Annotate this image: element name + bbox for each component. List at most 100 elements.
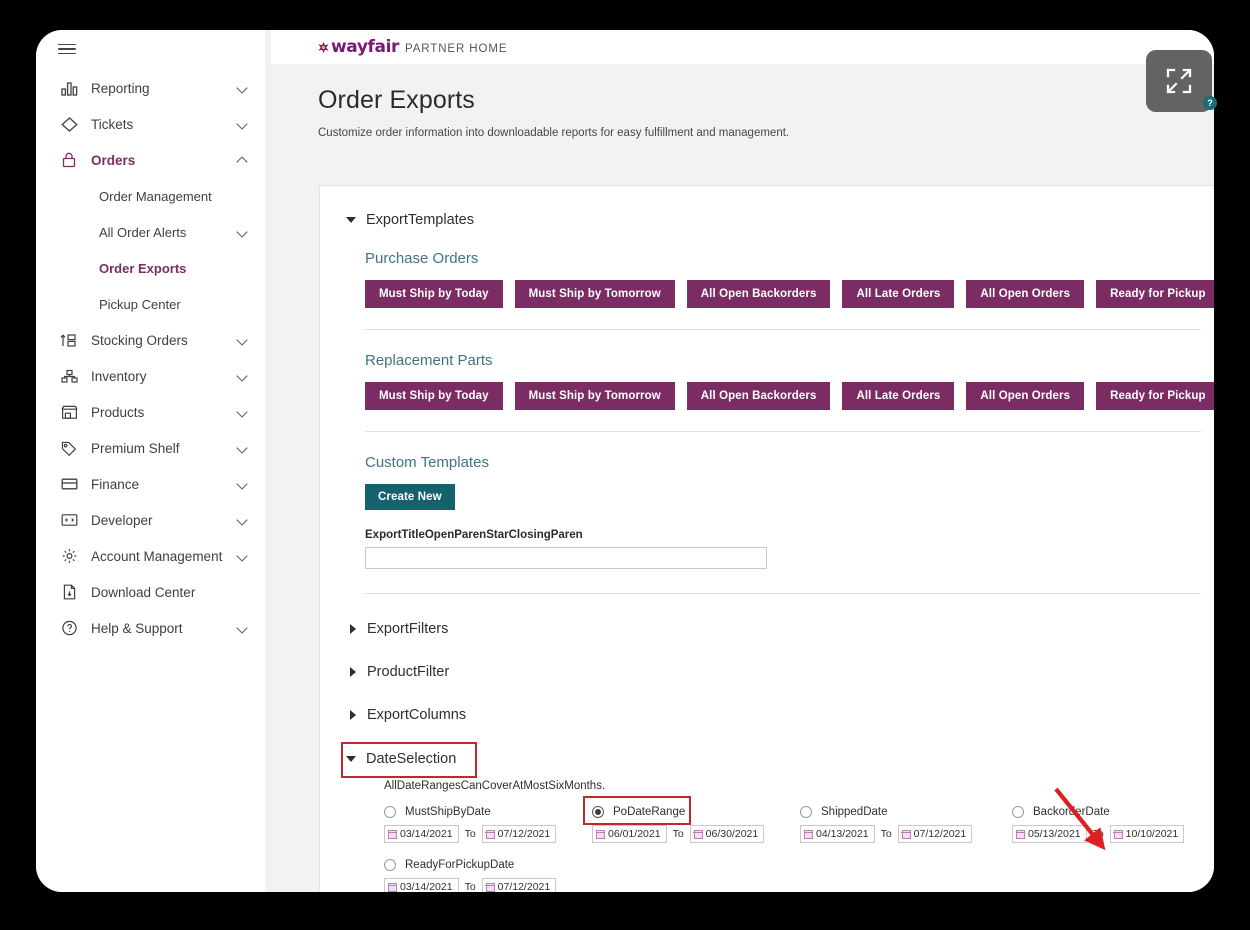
sidebar-item-label: Finance (91, 477, 237, 492)
section-export-columns[interactable]: ExportColumns (320, 707, 1214, 723)
date-to-po-date-range[interactable]: 06/30/2021 (690, 825, 765, 843)
sidebar-item-reporting[interactable]: Reporting (36, 70, 265, 106)
to-label: To (1093, 828, 1104, 840)
section-date-selection[interactable]: DateSelection (320, 751, 1214, 767)
radio-must-ship-by-date[interactable] (384, 806, 396, 818)
template-button-all-open-backorders[interactable]: All Open Backorders (687, 280, 831, 308)
sidebar-item-developer[interactable]: Developer (36, 502, 265, 538)
brand-name: wayfair (331, 37, 399, 57)
sidebar-item-products[interactable]: Products (36, 394, 265, 430)
question-circle-icon (58, 619, 80, 637)
hamburger-menu-icon[interactable] (58, 44, 76, 56)
sidebar-item-pickup-center[interactable]: Pickup Center (36, 286, 265, 322)
rp-template-button-all-late-orders[interactable]: All Late Orders (842, 382, 954, 410)
template-button-must-ship-tomorrow[interactable]: Must Ship by Tomorrow (515, 280, 675, 308)
date-to-backorder-date[interactable]: 10/10/2021 (1110, 825, 1185, 843)
chevron-down-icon[interactable] (237, 622, 249, 634)
inventory-icon (58, 367, 80, 385)
chevron-down-icon[interactable] (237, 334, 249, 346)
sidebar-item-label: Stocking Orders (91, 333, 237, 348)
sidebar-item-download-center[interactable]: Download Center (36, 574, 265, 610)
sidebar-item-label: Inventory (91, 369, 237, 384)
radio-backorder-date[interactable] (1012, 806, 1024, 818)
sidebar-item-all-order-alerts[interactable]: All Order Alerts (36, 214, 265, 250)
triangle-down-icon (346, 756, 356, 762)
triangle-right-icon (350, 710, 356, 720)
date-from-po-date-range[interactable]: 06/01/2021 (592, 825, 667, 843)
export-title-input[interactable] (365, 547, 767, 569)
date-value: 03/14/2021 (400, 881, 453, 892)
chevron-down-icon[interactable] (237, 226, 249, 238)
section-label: ExportTemplates (366, 212, 474, 228)
lock-icon (58, 151, 80, 169)
to-label: To (465, 881, 476, 892)
chevron-up-icon[interactable] (237, 154, 249, 166)
date-from-backorder-date[interactable]: 05/13/2021 (1012, 825, 1087, 843)
chevron-down-icon[interactable] (237, 514, 249, 526)
rp-template-button-must-ship-today[interactable]: Must Ship by Today (365, 382, 503, 410)
gear-icon (58, 547, 80, 565)
create-new-button[interactable]: Create New (365, 484, 455, 510)
chevron-down-icon[interactable] (237, 82, 249, 94)
sidebar-item-label: Products (91, 405, 237, 420)
rp-template-button-must-ship-tomorrow[interactable]: Must Ship by Tomorrow (515, 382, 675, 410)
sidebar-item-help-support[interactable]: Help & Support (36, 610, 265, 646)
sidebar-item-label: Account Management (91, 549, 237, 564)
chevron-down-icon[interactable] (237, 442, 249, 454)
calendar-icon (486, 883, 495, 892)
date-from-must-ship-by-date[interactable]: 03/14/2021 (384, 825, 459, 843)
sidebar-item-label: Orders (91, 153, 237, 168)
date-to-shipped-date[interactable]: 07/12/2021 (898, 825, 973, 843)
chevron-down-icon[interactable] (237, 550, 249, 562)
date-to-must-ship-by-date[interactable]: 07/12/2021 (482, 825, 557, 843)
chevron-down-icon[interactable] (237, 406, 249, 418)
sidebar-item-inventory[interactable]: Inventory (36, 358, 265, 394)
brand-suffix: PARTNER HOME (405, 43, 507, 55)
sidebar-item-label: Tickets (91, 117, 237, 132)
chevron-down-icon[interactable] (237, 370, 249, 382)
template-button-all-open-orders[interactable]: All Open Orders (966, 280, 1084, 308)
date-to-ready-for-pickup-date[interactable]: 07/12/2021 (482, 878, 557, 892)
sidebar-item-account-management[interactable]: Account Management (36, 538, 265, 574)
date-from-shipped-date[interactable]: 04/13/2021 (800, 825, 875, 843)
divider (365, 431, 1201, 432)
date-option-po-date-range: PoDateRange 06/01/2021 To (592, 803, 800, 843)
sidebar-item-order-management[interactable]: Order Management (36, 178, 265, 214)
sidebar-item-finance[interactable]: Finance (36, 466, 265, 502)
template-button-all-late-orders[interactable]: All Late Orders (842, 280, 954, 308)
chevron-down-icon[interactable] (237, 118, 249, 130)
sidebar-item-orders[interactable]: Orders (36, 142, 265, 178)
stocking-orders-icon (58, 331, 80, 349)
code-icon (58, 511, 80, 529)
group-purchase-orders: Purchase Orders Must Ship by Today Must … (320, 250, 1214, 308)
calendar-icon (804, 830, 813, 839)
help-badge[interactable]: ? (1203, 96, 1217, 110)
radio-po-date-range[interactable] (592, 806, 604, 818)
sidebar-subitem-label: Order Management (99, 189, 249, 204)
date-selection-section: DateSelection AllDateRangesCanCoverAtMos… (320, 751, 1214, 892)
calendar-icon (388, 883, 397, 892)
section-export-templates[interactable]: ExportTemplates (320, 212, 1214, 228)
template-button-must-ship-today[interactable]: Must Ship by Today (365, 280, 503, 308)
sidebar-item-premium-shelf[interactable]: Premium Shelf (36, 430, 265, 466)
date-value: 05/13/2021 (1028, 828, 1081, 840)
rp-template-button-ready-for-pickup[interactable]: Ready for Pickup (1096, 382, 1214, 410)
section-export-filters[interactable]: ExportFilters (320, 621, 1214, 637)
radio-shipped-date[interactable] (800, 806, 812, 818)
date-from-ready-for-pickup-date[interactable]: 03/14/2021 (384, 878, 459, 892)
template-button-ready-for-pickup[interactable]: Ready for Pickup (1096, 280, 1214, 308)
sidebar-subitem-label: Pickup Center (99, 297, 249, 312)
date-value: 07/12/2021 (498, 881, 551, 892)
rp-template-button-all-open-orders[interactable]: All Open Orders (966, 382, 1084, 410)
rp-template-button-all-open-backorders[interactable]: All Open Backorders (687, 382, 831, 410)
chevron-down-icon[interactable] (237, 478, 249, 490)
sidebar-item-order-exports[interactable]: Order Exports (36, 250, 265, 286)
sidebar-item-stocking-orders[interactable]: Stocking Orders (36, 322, 265, 358)
card-icon (58, 475, 80, 493)
date-value: 04/13/2021 (816, 828, 869, 840)
date-option-label: PoDateRange (613, 806, 685, 818)
section-product-filter[interactable]: ProductFilter (320, 664, 1214, 680)
sidebar-item-tickets[interactable]: Tickets (36, 106, 265, 142)
wayfair-logo[interactable]: wayfair PARTNER HOME (318, 37, 507, 57)
radio-ready-for-pickup-date[interactable] (384, 859, 396, 871)
